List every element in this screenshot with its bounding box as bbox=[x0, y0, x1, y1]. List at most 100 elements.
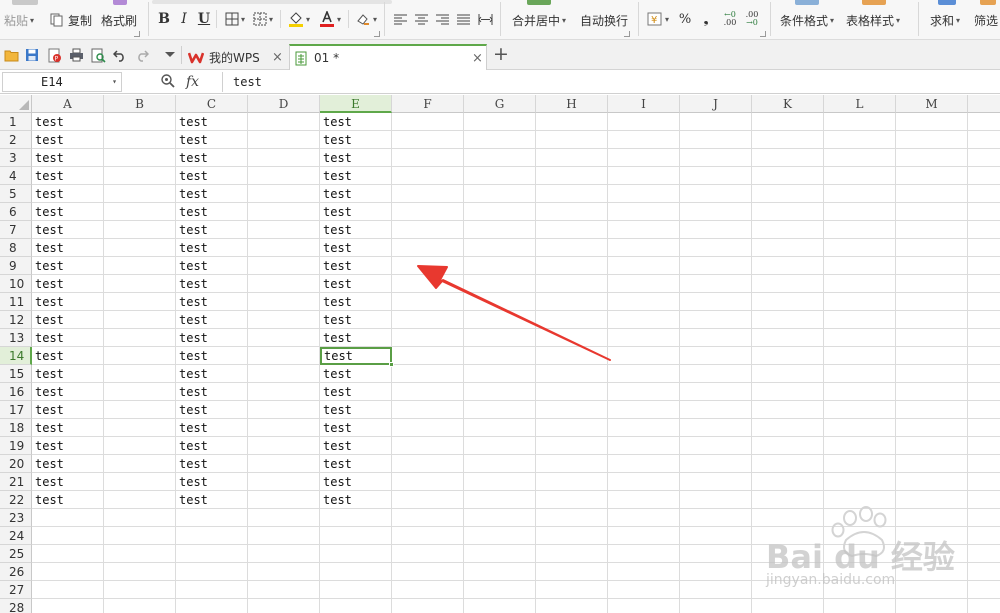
cell-i15[interactable] bbox=[608, 365, 680, 383]
cell-i12[interactable] bbox=[608, 311, 680, 329]
cell-h2[interactable] bbox=[536, 131, 608, 149]
cell-l19[interactable] bbox=[824, 437, 896, 455]
cell-f24[interactable] bbox=[392, 527, 464, 545]
cell-i7[interactable] bbox=[608, 221, 680, 239]
cell-h14[interactable] bbox=[536, 347, 608, 365]
cell-k14[interactable] bbox=[752, 347, 824, 365]
cell-a9[interactable]: test bbox=[32, 257, 104, 275]
cell-b6[interactable] bbox=[104, 203, 176, 221]
cell-l1[interactable] bbox=[824, 113, 896, 131]
cell-i5[interactable] bbox=[608, 185, 680, 203]
cell-d11[interactable] bbox=[248, 293, 320, 311]
cell-i8[interactable] bbox=[608, 239, 680, 257]
cell-b3[interactable] bbox=[104, 149, 176, 167]
cell-e28[interactable] bbox=[320, 599, 392, 613]
cell-a18[interactable]: test bbox=[32, 419, 104, 437]
cell-e25[interactable] bbox=[320, 545, 392, 563]
cell-d21[interactable] bbox=[248, 473, 320, 491]
cell-g22[interactable] bbox=[464, 491, 536, 509]
cell-l12[interactable] bbox=[824, 311, 896, 329]
cell-b12[interactable] bbox=[104, 311, 176, 329]
cell-d16[interactable] bbox=[248, 383, 320, 401]
cell-e19[interactable]: test bbox=[320, 437, 392, 455]
cell-m3[interactable] bbox=[896, 149, 968, 167]
cell-k20[interactable] bbox=[752, 455, 824, 473]
cell-j8[interactable] bbox=[680, 239, 752, 257]
cell-c4[interactable]: test bbox=[176, 167, 248, 185]
cell[interactable] bbox=[968, 365, 1000, 383]
cell-m20[interactable] bbox=[896, 455, 968, 473]
cell-m16[interactable] bbox=[896, 383, 968, 401]
row-header-18[interactable]: 18 bbox=[0, 419, 32, 437]
cell-h24[interactable] bbox=[536, 527, 608, 545]
column-header-g[interactable]: G bbox=[464, 95, 536, 113]
cell-m12[interactable] bbox=[896, 311, 968, 329]
cell-c3[interactable]: test bbox=[176, 149, 248, 167]
cell-c28[interactable] bbox=[176, 599, 248, 613]
cell-k11[interactable] bbox=[752, 293, 824, 311]
cell-l6[interactable] bbox=[824, 203, 896, 221]
cell-i11[interactable] bbox=[608, 293, 680, 311]
cell-m10[interactable] bbox=[896, 275, 968, 293]
cell-e2[interactable]: test bbox=[320, 131, 392, 149]
cell-j19[interactable] bbox=[680, 437, 752, 455]
cell-d19[interactable] bbox=[248, 437, 320, 455]
cell-c27[interactable] bbox=[176, 581, 248, 599]
cell-i20[interactable] bbox=[608, 455, 680, 473]
row-header-14[interactable]: 14 bbox=[0, 347, 32, 365]
cell-k12[interactable] bbox=[752, 311, 824, 329]
cell-b24[interactable] bbox=[104, 527, 176, 545]
cell-l10[interactable] bbox=[824, 275, 896, 293]
fill-color-button[interactable]: ▾ bbox=[286, 10, 312, 28]
cell-a4[interactable]: test bbox=[32, 167, 104, 185]
cell-m15[interactable] bbox=[896, 365, 968, 383]
cell-g7[interactable] bbox=[464, 221, 536, 239]
cell-d4[interactable] bbox=[248, 167, 320, 185]
cell-a26[interactable] bbox=[32, 563, 104, 581]
cell-b19[interactable] bbox=[104, 437, 176, 455]
cell-g5[interactable] bbox=[464, 185, 536, 203]
cell-m17[interactable] bbox=[896, 401, 968, 419]
cell[interactable] bbox=[968, 293, 1000, 311]
justify-button[interactable] bbox=[455, 10, 471, 28]
cell-l7[interactable] bbox=[824, 221, 896, 239]
cell-i23[interactable] bbox=[608, 509, 680, 527]
column-header-a[interactable]: A bbox=[32, 95, 104, 113]
cell-f18[interactable] bbox=[392, 419, 464, 437]
cell-d12[interactable] bbox=[248, 311, 320, 329]
cell-i1[interactable] bbox=[608, 113, 680, 131]
cell-i3[interactable] bbox=[608, 149, 680, 167]
clipboard-group-launcher[interactable] bbox=[134, 31, 140, 37]
cell-d5[interactable] bbox=[248, 185, 320, 203]
cell-c2[interactable]: test bbox=[176, 131, 248, 149]
cell-b8[interactable] bbox=[104, 239, 176, 257]
row-header-1[interactable]: 1 bbox=[0, 113, 32, 131]
cell-i16[interactable] bbox=[608, 383, 680, 401]
tab-document-01[interactable]: 01 * × bbox=[289, 44, 487, 70]
insert-function-button[interactable]: fx bbox=[186, 71, 199, 93]
cell-f6[interactable] bbox=[392, 203, 464, 221]
cell-d23[interactable] bbox=[248, 509, 320, 527]
cell-l5[interactable] bbox=[824, 185, 896, 203]
cell-h12[interactable] bbox=[536, 311, 608, 329]
cell-d7[interactable] bbox=[248, 221, 320, 239]
customize-toolbar-button[interactable] bbox=[162, 47, 178, 63]
cell-d25[interactable] bbox=[248, 545, 320, 563]
cell-d28[interactable] bbox=[248, 599, 320, 613]
cell-h4[interactable] bbox=[536, 167, 608, 185]
font-group-launcher[interactable] bbox=[374, 31, 380, 37]
cell-m9[interactable] bbox=[896, 257, 968, 275]
percent-button[interactable]: % bbox=[678, 10, 692, 28]
cell-j3[interactable] bbox=[680, 149, 752, 167]
cell-b15[interactable] bbox=[104, 365, 176, 383]
cell[interactable] bbox=[968, 437, 1000, 455]
select-all-corner[interactable] bbox=[0, 95, 32, 113]
row-header-6[interactable]: 6 bbox=[0, 203, 32, 221]
cell[interactable] bbox=[968, 347, 1000, 365]
cell-m4[interactable] bbox=[896, 167, 968, 185]
cell-a1[interactable]: test bbox=[32, 113, 104, 131]
cell-j11[interactable] bbox=[680, 293, 752, 311]
cell-f9[interactable] bbox=[392, 257, 464, 275]
cell-k18[interactable] bbox=[752, 419, 824, 437]
cell-k4[interactable] bbox=[752, 167, 824, 185]
